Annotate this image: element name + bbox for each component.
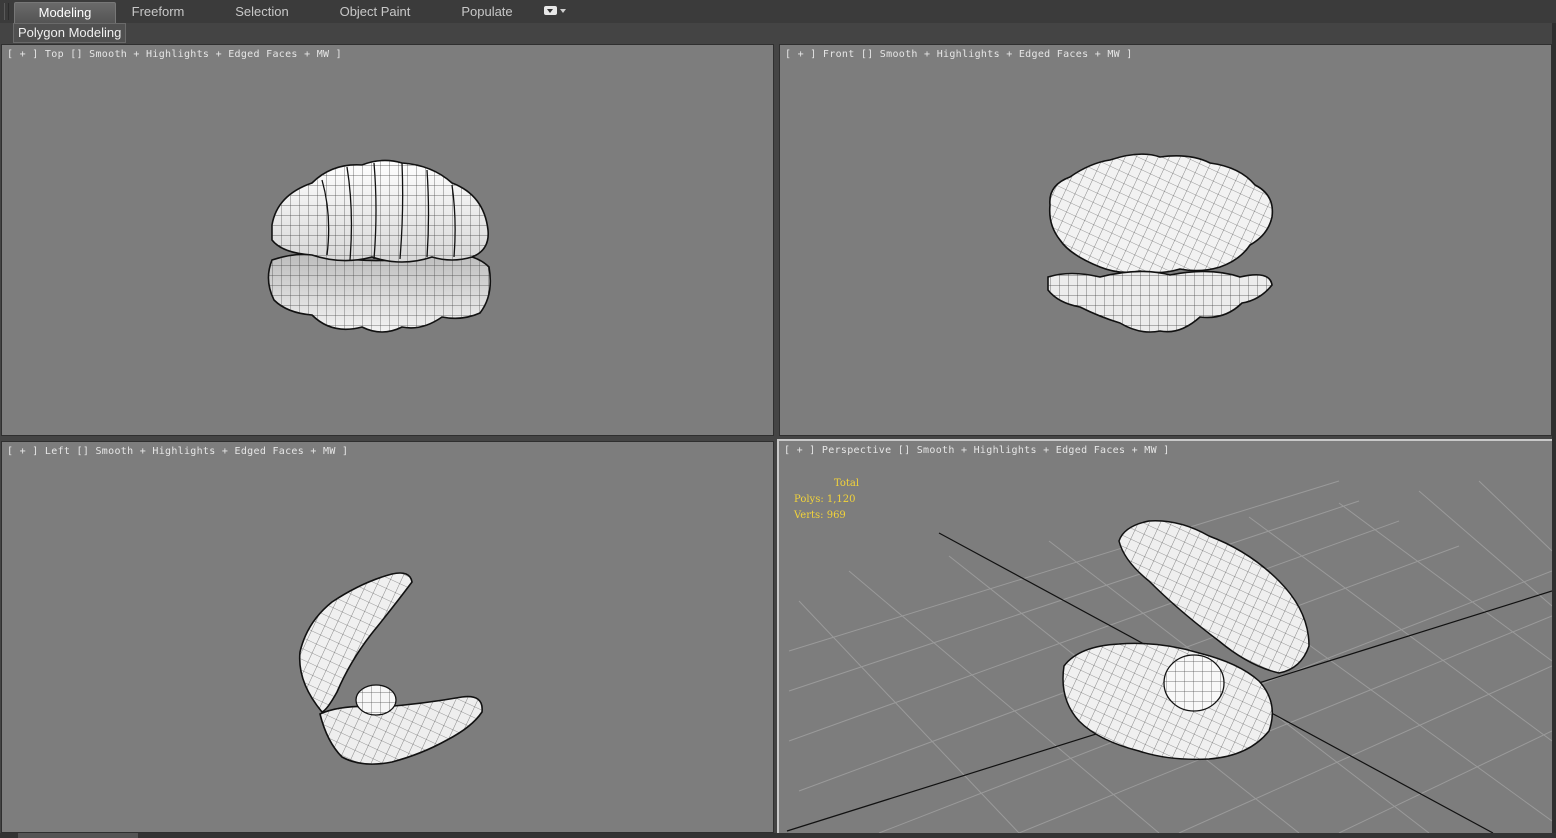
chevron-down-icon [560,9,566,13]
bottom-track-segment[interactable] [18,833,138,838]
ribbon-grip-handle[interactable] [4,3,9,20]
bottom-toolbar-edge [0,833,1556,838]
tab-object-paint[interactable]: Object Paint [330,2,420,22]
ribbon-panel-bar: Polygon Modeling [0,23,1556,43]
ribbon-tab-bar: Modeling Freeform Selection Object Paint… [0,0,1556,24]
tab-populate[interactable]: Populate [450,2,524,22]
polygon-modeling-button[interactable]: Polygon Modeling [13,23,127,43]
viewport-left[interactable]: [ + ] Left [] Smooth + Highlights + Edge… [1,441,774,833]
tab-freeform[interactable]: Freeform [118,2,198,22]
tab-selection[interactable]: Selection [220,2,304,22]
shell-model-left-view[interactable] [2,442,773,832]
perspective-scene[interactable] [779,441,1552,833]
shell-model-top-view[interactable] [2,45,773,435]
shell-model-front-view[interactable] [780,45,1551,435]
viewport-top[interactable]: [ + ] Top [] Smooth + Highlights + Edged… [1,44,774,436]
viewport-front[interactable]: [ + ] Front [] Smooth + Highlights + Edg… [779,44,1552,436]
ribbon-menu-icon [544,6,557,15]
ribbon-options-dropdown[interactable] [544,6,568,18]
right-edge-panel [1552,23,1556,838]
tab-modeling[interactable]: Modeling [14,2,116,23]
viewport-perspective[interactable]: [ + ] Perspective [] Smooth + Highlights… [777,439,1554,835]
